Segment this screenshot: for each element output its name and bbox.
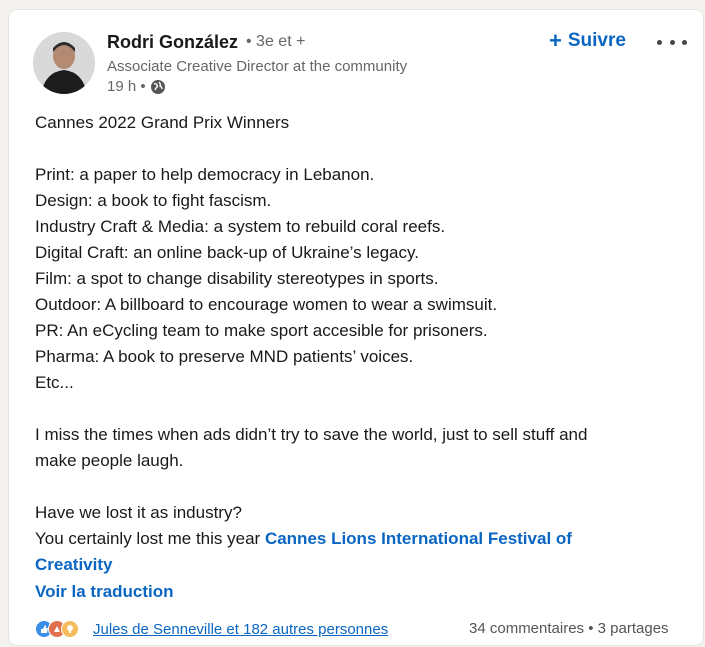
post-line: make people laugh. xyxy=(35,451,184,470)
reactions-link[interactable]: Jules de Senneville et 182 autres person… xyxy=(93,621,388,638)
social-proof: Jules de Senneville et 182 autres person… xyxy=(35,620,388,638)
author-headline: Associate Creative Director at the commu… xyxy=(107,58,408,75)
reaction-icons[interactable] xyxy=(35,620,79,638)
post-card: Rodri González • 3e et + Associate Creat… xyxy=(9,10,703,645)
post-line: I miss the times when ads didn’t try to … xyxy=(35,425,588,444)
post-line: Digital Craft: an online back-up of Ukra… xyxy=(35,243,419,262)
post-line: Print: a paper to help democracy in Leba… xyxy=(35,165,375,184)
shares-count[interactable]: 3 partages xyxy=(598,620,669,637)
see-translation-link[interactable]: Voir la traduction xyxy=(35,582,174,602)
globe-icon xyxy=(150,79,165,94)
comments-count[interactable]: 34 commentaires xyxy=(469,620,584,637)
post-line: Design: a book to fight fascism. xyxy=(35,191,272,210)
post-line: Cannes 2022 Grand Prix Winners xyxy=(35,113,290,132)
post-line: Industry Craft & Media: a system to rebu… xyxy=(35,217,446,236)
post-line: Outdoor: A billboard to encourage women … xyxy=(35,295,498,314)
follow-label: Suivre xyxy=(567,30,626,51)
post-body: Cannes 2022 Grand Prix Winners Print: a … xyxy=(35,110,685,578)
post-line: You certainly lost me this year Cannes L… xyxy=(35,526,685,552)
post-line: Have we lost it as industry? xyxy=(35,503,242,522)
avatar[interactable] xyxy=(33,32,95,94)
post-line: Creativity xyxy=(35,552,685,578)
plus-icon: + xyxy=(549,28,562,53)
mention-link[interactable]: Cannes Lions International Festival of xyxy=(265,529,572,548)
engagement-counts: 34 commentaires • 3 partages xyxy=(469,620,669,637)
more-options-icon[interactable] xyxy=(657,38,687,46)
post-line: Film: a spot to change disability stereo… xyxy=(35,269,439,288)
follow-button[interactable]: + Suivre xyxy=(549,30,626,52)
insightful-icon xyxy=(61,620,79,638)
avatar-photo xyxy=(33,32,95,94)
mention-link-continued[interactable]: Creativity xyxy=(35,555,112,574)
author-name[interactable]: Rodri González xyxy=(107,32,238,53)
separator: • xyxy=(588,620,594,637)
post-time: 19 h • xyxy=(107,78,146,95)
post-meta: 19 h • xyxy=(107,78,166,95)
post-line: Pharma: A book to preserve MND patients’… xyxy=(35,347,414,366)
post-line: PR: An eCycling team to make sport acces… xyxy=(35,321,488,340)
post-line: Etc... xyxy=(35,373,74,392)
connection-degree: • 3e et + xyxy=(246,33,306,50)
post-text: You certainly lost me this year xyxy=(35,529,265,548)
